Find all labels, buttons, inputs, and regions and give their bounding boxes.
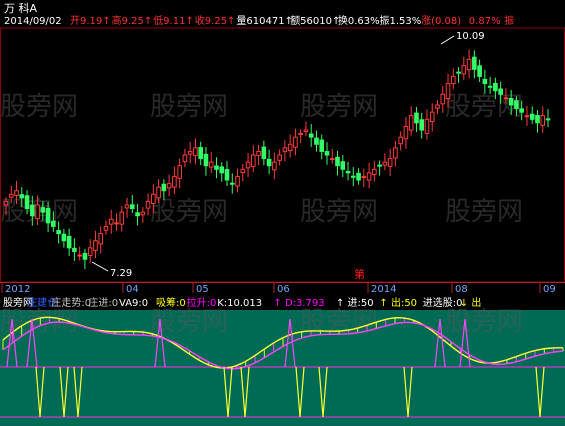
indicator-item-2: 庄走势:0: [51, 296, 91, 309]
indicator-item-6: 拉升:0: [187, 296, 217, 309]
watermark-7: 股旁网: [445, 197, 523, 227]
marker-label: 第: [354, 267, 365, 281]
watermark-5: 股旁网: [150, 197, 228, 227]
time-label-2: 05: [196, 284, 209, 295]
indicator-item-9: ↑ 进:50: [336, 297, 374, 309]
header-field-2: 低9.11↑: [153, 14, 194, 27]
time-label-6: 09: [543, 284, 556, 295]
header-field-7: 振1.53%: [380, 14, 422, 27]
time-label-1: 04: [126, 284, 139, 295]
indicator-item-12: ↓ 出: [460, 296, 482, 309]
indicator-item-10: ↑ 出:50: [379, 296, 417, 309]
high-price-label: 10.09: [456, 31, 485, 42]
indicator-item-11: 进选股:0: [423, 296, 463, 309]
time-label-5: 08: [455, 284, 468, 295]
stock-chart: 万 科A 2014/09/02 开9.19↑ 高9.25↑ 低9.11↑ 收9.25↑…: [0, 0, 565, 426]
indicator-item-4: VA9:0: [119, 298, 148, 309]
indicator-item-3: 庄进:0: [88, 296, 118, 309]
indicator-item-8: ↑ D:3.793: [273, 298, 324, 309]
time-label-4: 2014: [371, 284, 396, 295]
header-field-8: 涨(0.08): [421, 15, 461, 27]
time-label-3: 06: [277, 284, 290, 295]
header-field-3: 收9.25↑: [195, 14, 236, 27]
time-label-0: 2012: [5, 284, 30, 295]
header-field-4: 量610471↑: [236, 15, 293, 27]
header-field-5: 额56010↑: [290, 14, 340, 27]
watermark-1: 股旁网: [150, 92, 228, 122]
stock-name: 万 科A: [4, 1, 37, 15]
header-fields: 开9.19↑ 高9.25↑ 低9.11↑ 收9.25↑ 量610471↑额56010↑换…: [70, 14, 514, 27]
watermark-0: 股旁网: [0, 92, 78, 122]
watermark-2: 股旁网: [300, 92, 378, 122]
header-field-10: 振: [504, 14, 514, 27]
trade-date: 2014/09/02: [4, 16, 62, 27]
header-field-1: 高9.25↑: [112, 14, 153, 27]
header-field-0: 开9.19↑: [70, 16, 111, 27]
watermark-6: 股旁网: [300, 197, 378, 227]
low-price-label: 7.29: [110, 268, 132, 279]
header-field-6: 换0.63%: [338, 14, 380, 27]
header-field-9: 0.87%: [469, 16, 501, 27]
indicator-header: 股旁网庄建仓庄走势:0庄进:0 VA9:0 吸筹:0 拉升:0 K:10.013 ↑ D:…: [3, 296, 481, 309]
indicator-item-5: 吸筹:0: [156, 296, 186, 309]
indicator-item-7: K:10.013: [217, 298, 262, 309]
watermark-11: 股旁网: [445, 307, 523, 337]
